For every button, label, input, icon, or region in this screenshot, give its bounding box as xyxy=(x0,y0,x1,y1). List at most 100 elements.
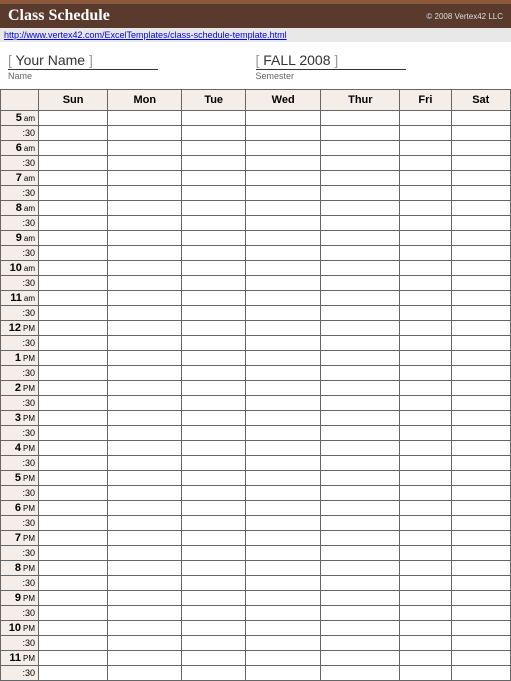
schedule-cell[interactable] xyxy=(246,186,321,201)
schedule-cell[interactable] xyxy=(400,561,451,576)
schedule-cell[interactable] xyxy=(246,321,321,336)
schedule-cell[interactable] xyxy=(321,591,400,606)
schedule-cell[interactable] xyxy=(108,426,182,441)
schedule-cell[interactable] xyxy=(39,591,108,606)
schedule-cell[interactable] xyxy=(451,441,510,456)
schedule-cell[interactable] xyxy=(400,306,451,321)
schedule-cell[interactable] xyxy=(108,486,182,501)
schedule-cell[interactable] xyxy=(321,456,400,471)
schedule-cell[interactable] xyxy=(246,201,321,216)
schedule-cell[interactable] xyxy=(108,576,182,591)
schedule-cell[interactable] xyxy=(108,636,182,651)
schedule-cell[interactable] xyxy=(39,531,108,546)
schedule-cell[interactable] xyxy=(321,606,400,621)
schedule-cell[interactable] xyxy=(246,261,321,276)
schedule-cell[interactable] xyxy=(451,141,510,156)
schedule-cell[interactable] xyxy=(321,336,400,351)
schedule-cell[interactable] xyxy=(182,621,246,636)
schedule-cell[interactable] xyxy=(108,381,182,396)
schedule-cell[interactable] xyxy=(182,246,246,261)
schedule-cell[interactable] xyxy=(108,111,182,126)
schedule-cell[interactable] xyxy=(246,501,321,516)
schedule-cell[interactable] xyxy=(39,621,108,636)
schedule-cell[interactable] xyxy=(321,126,400,141)
schedule-cell[interactable] xyxy=(39,411,108,426)
schedule-cell[interactable] xyxy=(400,426,451,441)
schedule-cell[interactable] xyxy=(321,201,400,216)
schedule-cell[interactable] xyxy=(108,261,182,276)
schedule-cell[interactable] xyxy=(39,501,108,516)
schedule-cell[interactable] xyxy=(321,291,400,306)
schedule-cell[interactable] xyxy=(39,156,108,171)
schedule-cell[interactable] xyxy=(400,381,451,396)
schedule-cell[interactable] xyxy=(108,441,182,456)
schedule-cell[interactable] xyxy=(182,456,246,471)
schedule-cell[interactable] xyxy=(321,471,400,486)
schedule-cell[interactable] xyxy=(400,411,451,426)
schedule-cell[interactable] xyxy=(182,636,246,651)
schedule-cell[interactable] xyxy=(400,546,451,561)
schedule-cell[interactable] xyxy=(451,201,510,216)
schedule-cell[interactable] xyxy=(451,291,510,306)
schedule-cell[interactable] xyxy=(400,156,451,171)
schedule-cell[interactable] xyxy=(400,471,451,486)
schedule-cell[interactable] xyxy=(39,561,108,576)
schedule-cell[interactable] xyxy=(400,636,451,651)
schedule-cell[interactable] xyxy=(400,396,451,411)
schedule-cell[interactable] xyxy=(400,291,451,306)
schedule-cell[interactable] xyxy=(321,531,400,546)
schedule-cell[interactable] xyxy=(108,141,182,156)
schedule-cell[interactable] xyxy=(451,216,510,231)
schedule-cell[interactable] xyxy=(182,306,246,321)
schedule-cell[interactable] xyxy=(246,456,321,471)
schedule-cell[interactable] xyxy=(108,126,182,141)
schedule-cell[interactable] xyxy=(451,126,510,141)
schedule-cell[interactable] xyxy=(39,636,108,651)
schedule-cell[interactable] xyxy=(182,231,246,246)
schedule-cell[interactable] xyxy=(321,351,400,366)
schedule-cell[interactable] xyxy=(451,276,510,291)
schedule-cell[interactable] xyxy=(182,426,246,441)
schedule-cell[interactable] xyxy=(246,651,321,666)
schedule-cell[interactable] xyxy=(451,426,510,441)
schedule-cell[interactable] xyxy=(39,171,108,186)
schedule-cell[interactable] xyxy=(246,591,321,606)
schedule-cell[interactable] xyxy=(400,606,451,621)
schedule-cell[interactable] xyxy=(400,651,451,666)
schedule-cell[interactable] xyxy=(246,621,321,636)
schedule-cell[interactable] xyxy=(246,306,321,321)
schedule-cell[interactable] xyxy=(321,516,400,531)
schedule-cell[interactable] xyxy=(108,201,182,216)
schedule-cell[interactable] xyxy=(39,486,108,501)
schedule-cell[interactable] xyxy=(108,396,182,411)
schedule-cell[interactable] xyxy=(39,396,108,411)
schedule-cell[interactable] xyxy=(182,576,246,591)
schedule-cell[interactable] xyxy=(246,636,321,651)
schedule-cell[interactable] xyxy=(108,156,182,171)
schedule-cell[interactable] xyxy=(182,381,246,396)
schedule-cell[interactable] xyxy=(108,246,182,261)
schedule-cell[interactable] xyxy=(400,366,451,381)
schedule-cell[interactable] xyxy=(321,621,400,636)
schedule-cell[interactable] xyxy=(246,561,321,576)
schedule-cell[interactable] xyxy=(246,666,321,681)
schedule-cell[interactable] xyxy=(321,411,400,426)
schedule-cell[interactable] xyxy=(108,366,182,381)
schedule-cell[interactable] xyxy=(246,381,321,396)
schedule-cell[interactable] xyxy=(246,246,321,261)
schedule-cell[interactable] xyxy=(321,486,400,501)
schedule-cell[interactable] xyxy=(108,231,182,246)
schedule-cell[interactable] xyxy=(108,186,182,201)
schedule-cell[interactable] xyxy=(182,291,246,306)
schedule-cell[interactable] xyxy=(108,666,182,681)
schedule-cell[interactable] xyxy=(182,516,246,531)
semester-field[interactable]: [ FALL 2008 ] xyxy=(256,52,406,70)
schedule-cell[interactable] xyxy=(39,666,108,681)
schedule-cell[interactable] xyxy=(39,576,108,591)
schedule-cell[interactable] xyxy=(451,621,510,636)
schedule-cell[interactable] xyxy=(321,666,400,681)
schedule-cell[interactable] xyxy=(246,606,321,621)
schedule-cell[interactable] xyxy=(321,651,400,666)
schedule-cell[interactable] xyxy=(400,486,451,501)
schedule-cell[interactable] xyxy=(182,111,246,126)
